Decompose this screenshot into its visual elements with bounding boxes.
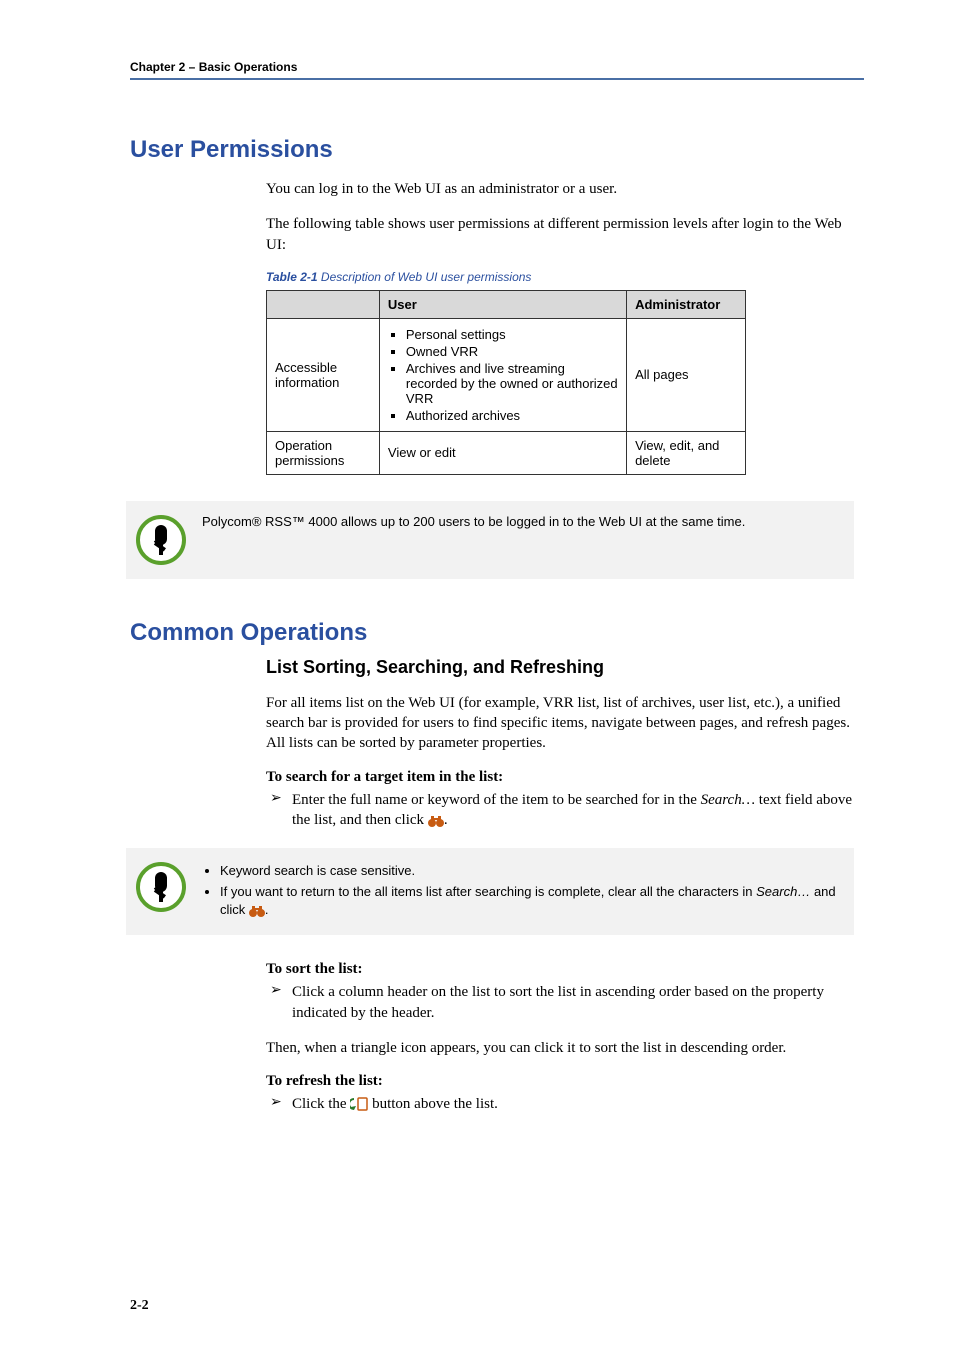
up-intro-1: You can log in to the Web UI as an admin…	[266, 179, 854, 199]
note-text: Polycom® RSS™ 4000 allows up to 200 user…	[202, 513, 745, 531]
table-caption-label: Table 2-1	[266, 270, 318, 284]
th-user: User	[379, 290, 626, 318]
row-label: Accessible information	[267, 318, 380, 431]
refresh-step-b: button above the list.	[372, 1096, 498, 1112]
search-step-a: Enter the full name or keyword of the it…	[292, 792, 701, 808]
user-item: Owned VRR	[406, 344, 618, 359]
proc-search-head: To search for a target item in the list:	[266, 769, 854, 786]
refresh-step: Click the button above the list.	[266, 1094, 854, 1115]
sub-list-para: For all items list on the Web UI (for ex…	[266, 693, 854, 754]
search-step-italic: Search…	[701, 792, 755, 808]
user-item: Personal settings	[406, 327, 618, 342]
binoculars-icon	[249, 901, 265, 919]
user-item: Archives and live streaming recorded by …	[406, 361, 618, 406]
note-b-a: If you want to return to the all items l…	[220, 884, 756, 899]
up-intro-2: The following table shows user permissio…	[266, 214, 854, 255]
section-common-ops-title: Common Operations	[130, 619, 864, 647]
note-item: If you want to return to the all items l…	[220, 883, 840, 920]
sort-step: Click a column header on the list to sor…	[266, 982, 854, 1023]
section-user-permissions-title: User Permissions	[130, 136, 864, 164]
table-caption: Table 2-1 Description of Web UI user per…	[266, 270, 854, 284]
note-text: Keyword search is case sensitive. If you…	[202, 860, 840, 921]
note-box-users: Polycom® RSS™ 4000 allows up to 200 user…	[126, 501, 854, 579]
header-rule	[130, 78, 864, 80]
chapter-header: Chapter 2 – Basic Operations	[130, 60, 864, 86]
th-admin: Administrator	[627, 290, 746, 318]
note-b-italic: Search…	[756, 884, 810, 899]
permissions-table: User Administrator Accessible informatio…	[266, 290, 746, 475]
th-blank	[267, 290, 380, 318]
row-user: Personal settings Owned VRR Archives and…	[379, 318, 626, 431]
table-row: Accessible information Personal settings…	[267, 318, 746, 431]
row-label: Operation permissions	[267, 431, 380, 474]
row-admin: View, edit, and delete	[627, 431, 746, 474]
proc-refresh-head: To refresh the list:	[266, 1073, 854, 1090]
sub-list-sorting-title: List Sorting, Searching, and Refreshing	[266, 657, 854, 678]
table-header-row: User Administrator	[267, 290, 746, 318]
pin-icon	[136, 515, 186, 565]
proc-sort-head: To sort the list:	[266, 961, 854, 978]
row-admin: All pages	[627, 318, 746, 431]
page-number: 2-2	[130, 1298, 149, 1314]
search-step: Enter the full name or keyword of the it…	[266, 790, 854, 831]
refresh-step-a: Click the	[292, 1096, 350, 1112]
row-user: View or edit	[379, 431, 626, 474]
chapter-title: Chapter 2 – Basic Operations	[130, 60, 297, 74]
note-box-search: Keyword search is case sensitive. If you…	[126, 848, 854, 935]
pin-icon	[136, 862, 186, 912]
table-caption-text: Description of Web UI user permissions	[318, 270, 532, 284]
sort-para: Then, when a triangle icon appears, you …	[266, 1038, 854, 1058]
table-row: Operation permissions View or edit View,…	[267, 431, 746, 474]
user-item: Authorized archives	[406, 408, 618, 423]
refresh-icon	[350, 1095, 368, 1115]
binoculars-icon	[428, 810, 444, 830]
note-item: Keyword search is case sensitive.	[220, 862, 840, 880]
